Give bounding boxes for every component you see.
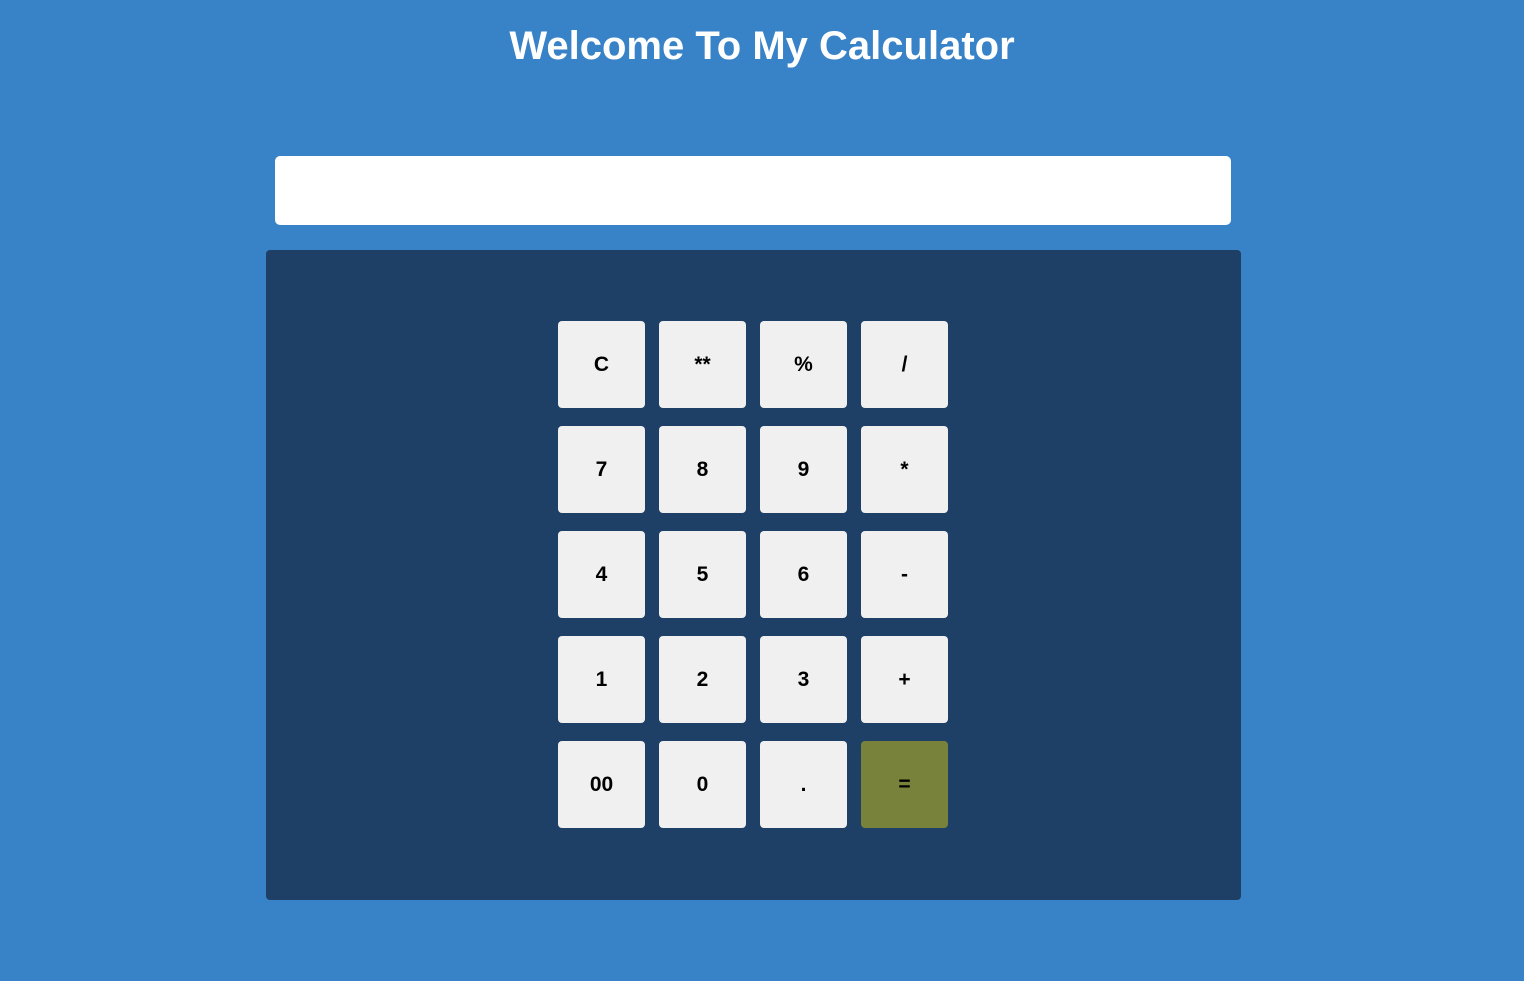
digit-8-button[interactable]: 8 (659, 426, 746, 513)
subtract-button[interactable]: - (861, 531, 948, 618)
percent-button[interactable]: % (760, 321, 847, 408)
power-button[interactable]: ** (659, 321, 746, 408)
digit-7-button[interactable]: 7 (558, 426, 645, 513)
multiply-button[interactable]: * (861, 426, 948, 513)
clear-button[interactable]: C (558, 321, 645, 408)
add-button[interactable]: + (861, 636, 948, 723)
equals-button[interactable]: = (861, 741, 948, 828)
keypad-panel: C ** % / 7 8 9 * 4 5 6 - 1 2 3 + 00 0 . … (266, 250, 1241, 900)
digit-0-button[interactable]: 0 (659, 741, 746, 828)
digit-1-button[interactable]: 1 (558, 636, 645, 723)
digit-3-button[interactable]: 3 (760, 636, 847, 723)
digit-6-button[interactable]: 6 (760, 531, 847, 618)
digit-4-button[interactable]: 4 (558, 531, 645, 618)
decimal-button[interactable]: . (760, 741, 847, 828)
digit-2-button[interactable]: 2 (659, 636, 746, 723)
digit-9-button[interactable]: 9 (760, 426, 847, 513)
keypad-grid: C ** % / 7 8 9 * 4 5 6 - 1 2 3 + 00 0 . … (558, 321, 948, 828)
page-title: Welcome To My Calculator (509, 24, 1015, 68)
digit-5-button[interactable]: 5 (659, 531, 746, 618)
calculator-display[interactable] (275, 156, 1231, 225)
divide-button[interactable]: / (861, 321, 948, 408)
double-zero-button[interactable]: 00 (558, 741, 645, 828)
